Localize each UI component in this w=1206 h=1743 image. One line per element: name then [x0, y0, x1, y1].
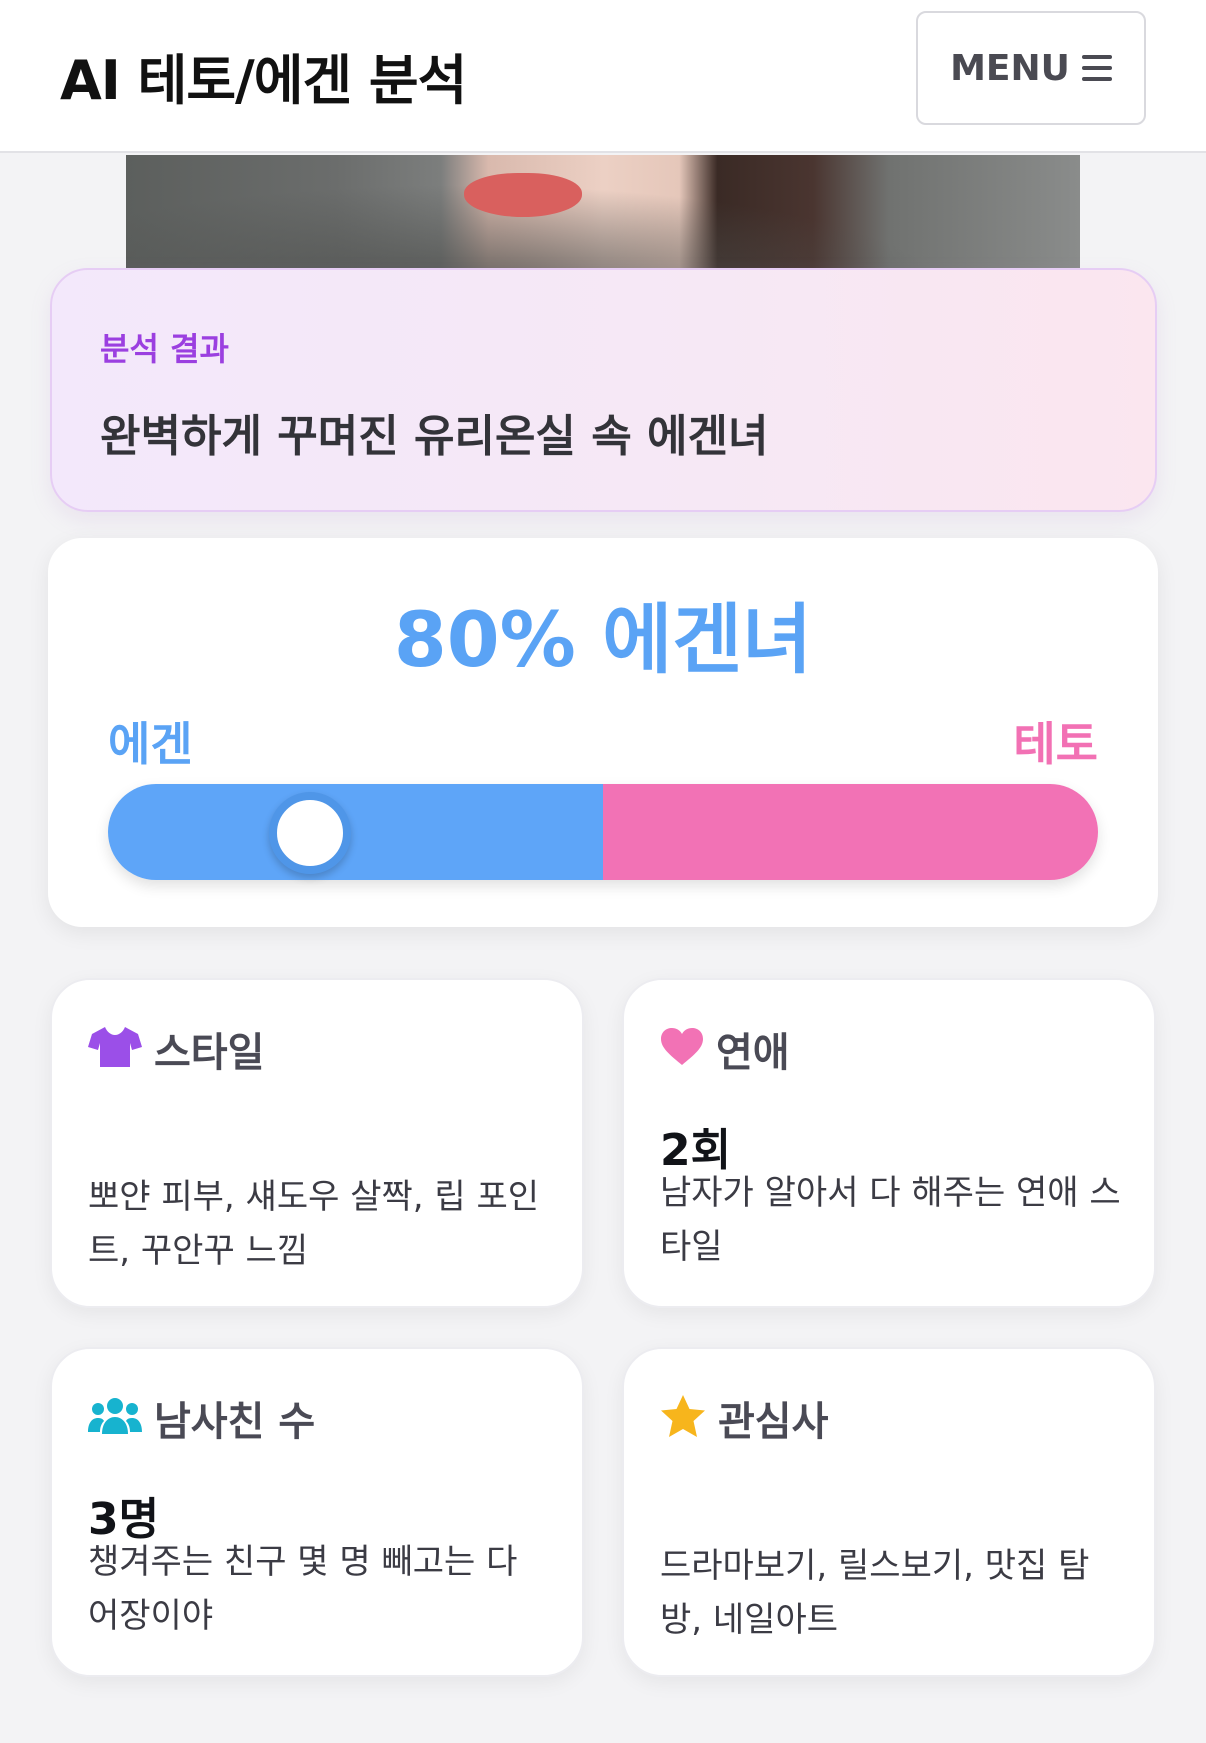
- slider-knob: [269, 792, 351, 874]
- interests-title: 관심사: [718, 1399, 829, 1445]
- style-card: 스타일 뽀얀 피부, 섀도우 살짝, 립 포인트, 꾸안꾸 느낌: [50, 978, 584, 1308]
- menu-button[interactable]: MENU: [916, 11, 1146, 125]
- app-title: AI 테토/에겐 분석: [60, 49, 467, 112]
- egen-label: 에겐: [108, 717, 193, 771]
- dating-title: 연애: [716, 1030, 790, 1076]
- interests-card: 관심사 드라마보기, 릴스보기, 맛집 탐방, 네일아트: [622, 1347, 1156, 1677]
- heart-icon: [660, 1027, 704, 1071]
- users-icon: [88, 1396, 142, 1440]
- star-icon: [660, 1394, 706, 1442]
- slider-teto-segment: [603, 784, 1098, 880]
- uploaded-photo: [126, 155, 1080, 268]
- app-header: AI 테토/에겐 분석 MENU: [0, 0, 1206, 153]
- slider-egen-segment: [108, 784, 603, 880]
- interests-desc: 드라마보기, 릴스보기, 맛집 탐방, 네일아트: [660, 1546, 1090, 1640]
- score-card: 80% 에겐녀 에겐 테토: [48, 538, 1158, 927]
- teto-label: 테토: [1013, 717, 1098, 771]
- friends-title: 남사친 수: [154, 1399, 316, 1445]
- hamburger-icon: [1081, 55, 1112, 81]
- result-label: 분석 결과: [100, 330, 229, 368]
- dating-desc: 남자가 알아서 다 해주는 연애 스타일: [660, 1173, 1121, 1267]
- result-card: 분석 결과 완벽하게 꾸며진 유리온실 속 에겐녀: [50, 268, 1157, 512]
- score-title: 80% 에겐녀: [393, 595, 813, 684]
- style-title: 스타일: [154, 1030, 265, 1076]
- tshirt-icon: [88, 1025, 142, 1073]
- style-desc: 뽀얀 피부, 섀도우 살짝, 립 포인트, 꾸안꾸 느낌: [88, 1177, 540, 1271]
- dating-card: 연애 2회 남자가 알아서 다 해주는 연애 스타일: [622, 978, 1156, 1308]
- friends-desc: 챙겨주는 친구 몇 명 빼고는 다 어장이야: [88, 1542, 518, 1636]
- friends-card: 남사친 수 3명 챙겨주는 친구 몇 명 빼고는 다 어장이야: [50, 1347, 584, 1677]
- menu-label: MENU: [950, 47, 1070, 89]
- score-slider-track: [108, 784, 1098, 880]
- result-text: 완벽하게 꾸며진 유리온실 속 에겐녀: [100, 411, 769, 462]
